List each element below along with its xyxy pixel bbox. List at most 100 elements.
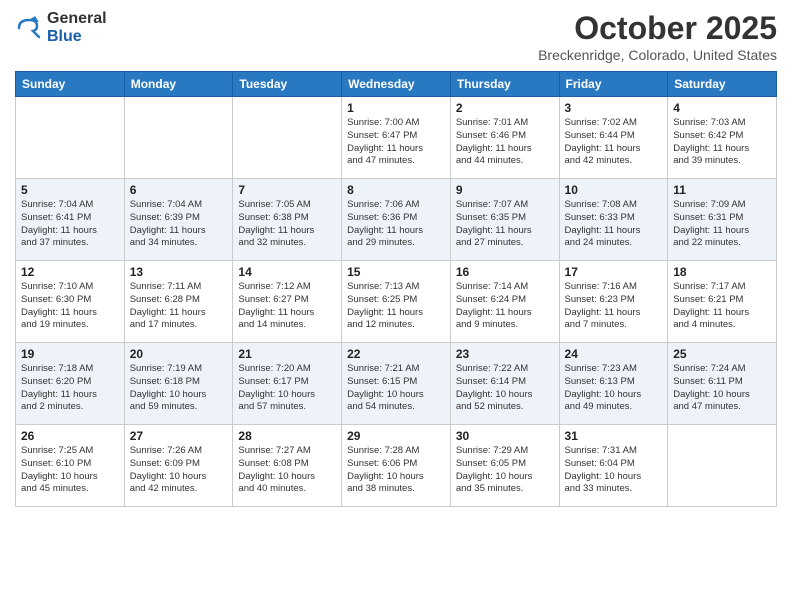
- day-info: Sunrise: 7:08 AMSunset: 6:33 PMDaylight:…: [565, 199, 663, 250]
- day-info: Sunrise: 7:06 AMSunset: 6:36 PMDaylight:…: [347, 199, 445, 250]
- calendar-day-cell: 25 Sunrise: 7:24 AMSunset: 6:11 PMDayligh…: [668, 343, 777, 425]
- day-number: 4: [673, 101, 771, 115]
- logo-text: General Blue: [47, 10, 107, 45]
- day-info: Sunrise: 7:01 AMSunset: 6:46 PMDaylight:…: [456, 117, 554, 168]
- header: General Blue October 2025 Breckenridge, …: [15, 10, 777, 63]
- empty-cell: [233, 97, 342, 179]
- day-number: 15: [347, 265, 445, 279]
- day-info: Sunrise: 7:09 AMSunset: 6:31 PMDaylight:…: [673, 199, 771, 250]
- calendar-day-cell: 28 Sunrise: 7:27 AMSunset: 6:08 PMDayligh…: [233, 425, 342, 507]
- day-info: Sunrise: 7:23 AMSunset: 6:13 PMDaylight:…: [565, 363, 663, 414]
- calendar-day-cell: 15 Sunrise: 7:13 AMSunset: 6:25 PMDayligh…: [342, 261, 451, 343]
- calendar-header-row: SundayMondayTuesdayWednesdayThursdayFrid…: [16, 72, 777, 97]
- calendar-day-cell: 18 Sunrise: 7:17 AMSunset: 6:21 PMDayligh…: [668, 261, 777, 343]
- day-info: Sunrise: 7:00 AMSunset: 6:47 PMDaylight:…: [347, 117, 445, 168]
- day-info: Sunrise: 7:29 AMSunset: 6:05 PMDaylight:…: [456, 445, 554, 496]
- col-header-saturday: Saturday: [668, 72, 777, 97]
- calendar-day-cell: 9 Sunrise: 7:07 AMSunset: 6:35 PMDaylight…: [450, 179, 559, 261]
- day-info: Sunrise: 7:07 AMSunset: 6:35 PMDaylight:…: [456, 199, 554, 250]
- empty-cell: [16, 97, 125, 179]
- day-number: 18: [673, 265, 771, 279]
- day-info: Sunrise: 7:05 AMSunset: 6:38 PMDaylight:…: [238, 199, 336, 250]
- day-info: Sunrise: 7:26 AMSunset: 6:09 PMDaylight:…: [130, 445, 228, 496]
- day-number: 3: [565, 101, 663, 115]
- day-info: Sunrise: 7:14 AMSunset: 6:24 PMDaylight:…: [456, 281, 554, 332]
- day-number: 2: [456, 101, 554, 115]
- calendar-day-cell: 23Sunrise: 7:22 AMSunset: 6:14 PMDayligh…: [450, 343, 559, 425]
- day-info: Sunrise: 7:20 AMSunset: 6:17 PMDaylight:…: [238, 363, 336, 414]
- day-info: Sunrise: 7:13 AMSunset: 6:25 PMDaylight:…: [347, 281, 445, 332]
- calendar-week-row: 1 Sunrise: 7:00 AMSunset: 6:47 PMDaylight…: [16, 97, 777, 179]
- calendar-day-cell: 4Sunrise: 7:03 AMSunset: 6:42 PMDaylight…: [668, 97, 777, 179]
- day-number: 11: [673, 183, 771, 197]
- calendar-day-cell: 19 Sunrise: 7:18 AMSunset: 6:20 PMDayligh…: [16, 343, 125, 425]
- day-number: 25: [673, 347, 771, 361]
- col-header-thursday: Thursday: [450, 72, 559, 97]
- logo: General Blue: [15, 10, 107, 45]
- day-number: 7: [238, 183, 336, 197]
- day-number: 1: [347, 101, 445, 115]
- day-info: Sunrise: 7:31 AMSunset: 6:04 PMDaylight:…: [565, 445, 663, 496]
- title-block: October 2025 Breckenridge, Colorado, Uni…: [538, 10, 777, 63]
- calendar-day-cell: 14 Sunrise: 7:12 AMSunset: 6:27 PMDayligh…: [233, 261, 342, 343]
- calendar-day-cell: 29Sunrise: 7:28 AMSunset: 6:06 PMDayligh…: [342, 425, 451, 507]
- day-number: 21: [238, 347, 336, 361]
- day-info: Sunrise: 7:17 AMSunset: 6:21 PMDaylight:…: [673, 281, 771, 332]
- day-info: Sunrise: 7:28 AMSunset: 6:06 PMDaylight:…: [347, 445, 445, 496]
- day-info: Sunrise: 7:04 AMSunset: 6:41 PMDaylight:…: [21, 199, 119, 250]
- day-number: 9: [456, 183, 554, 197]
- day-number: 14: [238, 265, 336, 279]
- calendar-week-row: 5 Sunrise: 7:04 AMSunset: 6:41 PMDaylight…: [16, 179, 777, 261]
- calendar-day-cell: 12Sunrise: 7:10 AMSunset: 6:30 PMDayligh…: [16, 261, 125, 343]
- calendar-week-row: 19 Sunrise: 7:18 AMSunset: 6:20 PMDayligh…: [16, 343, 777, 425]
- calendar-day-cell: 31 Sunrise: 7:31 AMSunset: 6:04 PMDayligh…: [559, 425, 668, 507]
- day-number: 22: [347, 347, 445, 361]
- calendar-day-cell: 11 Sunrise: 7:09 AMSunset: 6:31 PMDayligh…: [668, 179, 777, 261]
- day-number: 20: [130, 347, 228, 361]
- calendar-day-cell: 5 Sunrise: 7:04 AMSunset: 6:41 PMDaylight…: [16, 179, 125, 261]
- day-info: Sunrise: 7:18 AMSunset: 6:20 PMDaylight:…: [21, 363, 119, 414]
- day-info: Sunrise: 7:11 AMSunset: 6:28 PMDaylight:…: [130, 281, 228, 332]
- day-number: 10: [565, 183, 663, 197]
- calendar-day-cell: 24 Sunrise: 7:23 AMSunset: 6:13 PMDayligh…: [559, 343, 668, 425]
- calendar-day-cell: 16Sunrise: 7:14 AMSunset: 6:24 PMDayligh…: [450, 261, 559, 343]
- calendar-day-cell: 17Sunrise: 7:16 AMSunset: 6:23 PMDayligh…: [559, 261, 668, 343]
- col-header-sunday: Sunday: [16, 72, 125, 97]
- calendar-day-cell: 6Sunrise: 7:04 AMSunset: 6:39 PMDaylight…: [124, 179, 233, 261]
- day-info: Sunrise: 7:04 AMSunset: 6:39 PMDaylight:…: [130, 199, 228, 250]
- calendar-table: SundayMondayTuesdayWednesdayThursdayFrid…: [15, 71, 777, 507]
- day-info: Sunrise: 7:16 AMSunset: 6:23 PMDaylight:…: [565, 281, 663, 332]
- day-number: 5: [21, 183, 119, 197]
- calendar-title: October 2025: [538, 10, 777, 47]
- day-info: Sunrise: 7:19 AMSunset: 6:18 PMDaylight:…: [130, 363, 228, 414]
- calendar-day-cell: 10 Sunrise: 7:08 AMSunset: 6:33 PMDayligh…: [559, 179, 668, 261]
- day-number: 8: [347, 183, 445, 197]
- calendar-day-cell: 13 Sunrise: 7:11 AMSunset: 6:28 PMDayligh…: [124, 261, 233, 343]
- day-number: 27: [130, 429, 228, 443]
- day-info: Sunrise: 7:21 AMSunset: 6:15 PMDaylight:…: [347, 363, 445, 414]
- day-number: 23: [456, 347, 554, 361]
- calendar-week-row: 12Sunrise: 7:10 AMSunset: 6:30 PMDayligh…: [16, 261, 777, 343]
- day-number: 13: [130, 265, 228, 279]
- empty-cell: [124, 97, 233, 179]
- col-header-friday: Friday: [559, 72, 668, 97]
- day-info: Sunrise: 7:12 AMSunset: 6:27 PMDaylight:…: [238, 281, 336, 332]
- day-info: Sunrise: 7:25 AMSunset: 6:10 PMDaylight:…: [21, 445, 119, 496]
- col-header-monday: Monday: [124, 72, 233, 97]
- calendar-day-cell: 22 Sunrise: 7:21 AMSunset: 6:15 PMDayligh…: [342, 343, 451, 425]
- day-number: 19: [21, 347, 119, 361]
- day-number: 31: [565, 429, 663, 443]
- calendar-day-cell: 7 Sunrise: 7:05 AMSunset: 6:38 PMDaylight…: [233, 179, 342, 261]
- logo-icon: [15, 14, 43, 42]
- calendar-day-cell: 30Sunrise: 7:29 AMSunset: 6:05 PMDayligh…: [450, 425, 559, 507]
- day-info: Sunrise: 7:27 AMSunset: 6:08 PMDaylight:…: [238, 445, 336, 496]
- day-info: Sunrise: 7:24 AMSunset: 6:11 PMDaylight:…: [673, 363, 771, 414]
- day-number: 28: [238, 429, 336, 443]
- logo-general: General: [47, 10, 107, 28]
- calendar-day-cell: 26Sunrise: 7:25 AMSunset: 6:10 PMDayligh…: [16, 425, 125, 507]
- logo-blue: Blue: [47, 28, 107, 46]
- calendar-day-cell: 2 Sunrise: 7:01 AMSunset: 6:46 PMDaylight…: [450, 97, 559, 179]
- day-number: 24: [565, 347, 663, 361]
- page: General Blue October 2025 Breckenridge, …: [0, 0, 792, 612]
- col-header-tuesday: Tuesday: [233, 72, 342, 97]
